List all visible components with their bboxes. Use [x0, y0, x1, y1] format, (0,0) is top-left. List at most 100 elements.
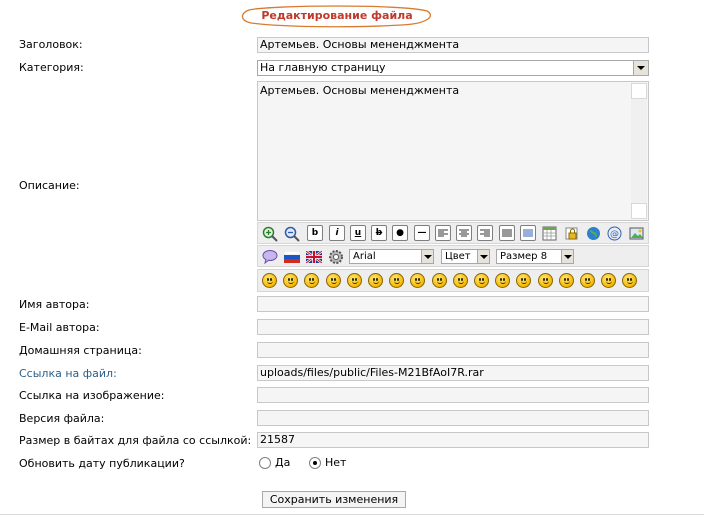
category-selected-value: На главную страницу: [260, 61, 386, 74]
smiley-icon[interactable]: [538, 273, 553, 288]
bullet-button[interactable]: ●: [392, 225, 408, 241]
description-label: Описание:: [19, 179, 80, 192]
email-icon[interactable]: @: [606, 225, 623, 242]
hr-button[interactable]: —: [414, 225, 430, 241]
align-left-button[interactable]: [435, 225, 451, 241]
font-family-dropdown-button[interactable]: [421, 250, 433, 263]
zoom-out-icon[interactable]: [283, 225, 300, 242]
russian-flag-icon[interactable]: [283, 248, 300, 265]
align-center-button[interactable]: [456, 225, 472, 241]
align-right-button[interactable]: [477, 225, 493, 241]
radio-yes[interactable]: [259, 457, 271, 469]
underline-icon: u: [354, 227, 362, 238]
author-email-input[interactable]: [257, 319, 649, 335]
title-label: Заголовок:: [19, 38, 83, 51]
smiley-icon[interactable]: [283, 273, 298, 288]
zoom-in-icon[interactable]: [261, 225, 278, 242]
list-button[interactable]: [520, 225, 536, 241]
page-title-box: Редактирование файла: [241, 4, 433, 28]
author-input[interactable]: [257, 296, 649, 312]
page-title: Редактирование файла: [261, 9, 413, 22]
smiley-icon[interactable]: [389, 273, 404, 288]
description-text: Артемьев. Основы мененджмента: [260, 84, 460, 97]
font-size-value: Размер 8: [500, 251, 548, 262]
font-family-value: Arial: [353, 251, 376, 262]
smiley-icon[interactable]: [495, 273, 510, 288]
update-date-label: Обновить дату публикации?: [19, 457, 185, 470]
editor-format-toolbar: b i u b ● — @: [257, 222, 649, 244]
justify-icon: [502, 229, 512, 236]
radio-no-label[interactable]: Нет: [325, 456, 346, 470]
scroll-up-button[interactable]: [631, 83, 647, 99]
list-icon: [523, 229, 533, 236]
strike-icon: b: [375, 227, 383, 238]
quote-bubble-icon[interactable]: [261, 248, 278, 265]
chevron-down-icon: [423, 254, 432, 259]
category-dropdown-button[interactable]: [633, 61, 648, 75]
underline-button[interactable]: u: [350, 225, 366, 241]
strike-button[interactable]: b: [371, 225, 387, 241]
save-changes-button[interactable]: Сохранить изменения: [262, 491, 406, 508]
font-size-dropdown-button[interactable]: [561, 250, 573, 263]
smiley-icon[interactable]: [262, 273, 277, 288]
align-right-icon: [480, 229, 490, 236]
smiley-icon[interactable]: [304, 273, 319, 288]
version-label: Версия файла:: [19, 412, 105, 425]
smiley-icon[interactable]: [559, 273, 574, 288]
bold-button[interactable]: b: [307, 225, 323, 241]
lock-icon[interactable]: [563, 225, 580, 242]
file-link-label[interactable]: Ссылка на файл:: [19, 367, 117, 381]
font-size-select[interactable]: Размер 8: [496, 249, 574, 264]
smiley-icon[interactable]: [326, 273, 341, 288]
color-dropdown-button[interactable]: [477, 250, 489, 263]
file-size-input[interactable]: 21587: [257, 432, 649, 448]
chevron-down-icon: [563, 254, 572, 259]
smiley-icon[interactable]: [347, 273, 362, 288]
bottom-divider: [0, 514, 704, 515]
color-select[interactable]: Цвет: [441, 249, 490, 264]
globe-icon[interactable]: [585, 225, 602, 242]
image-link-input[interactable]: [257, 387, 649, 403]
description-scrollbar[interactable]: [631, 83, 647, 219]
italic-button[interactable]: i: [329, 225, 345, 241]
uk-flag-icon[interactable]: [305, 248, 322, 265]
table-icon[interactable]: [541, 225, 558, 242]
italic-icon: i: [335, 227, 339, 238]
bullet-icon: ●: [396, 227, 404, 238]
radio-yes-label[interactable]: Да: [275, 456, 290, 470]
smiley-icon[interactable]: [622, 273, 637, 288]
smiley-icon[interactable]: [410, 273, 425, 288]
gear-icon[interactable]: [327, 248, 344, 265]
smiley-icon[interactable]: [474, 273, 489, 288]
chevron-down-icon: [637, 66, 645, 70]
editor-font-toolbar: Arial Цвет Размер 8: [257, 245, 649, 267]
image-icon[interactable]: [628, 225, 645, 242]
smiley-icon[interactable]: [453, 273, 468, 288]
category-label: Категория:: [19, 61, 84, 74]
smiley-icon[interactable]: [580, 273, 595, 288]
editor-smiley-toolbar: [257, 269, 649, 292]
radio-no[interactable]: [309, 457, 321, 469]
justify-button[interactable]: [499, 225, 515, 241]
smiley-icon[interactable]: [601, 273, 616, 288]
smiley-icon[interactable]: [516, 273, 531, 288]
homepage-label: Домашняя страница:: [19, 344, 142, 357]
author-email-label: E-Mail автора:: [19, 321, 100, 334]
category-select[interactable]: На главную страницу: [257, 60, 649, 76]
title-input[interactable]: Артемьев. Основы мененджмента: [257, 37, 649, 53]
description-textarea[interactable]: Артемьев. Основы мененджмента: [257, 81, 649, 221]
version-input[interactable]: [257, 410, 649, 426]
scroll-down-button[interactable]: [631, 203, 647, 219]
smiley-icon[interactable]: [432, 273, 447, 288]
svg-text:@: @: [610, 230, 619, 240]
image-link-label: Ссылка на изображение:: [19, 389, 165, 402]
file-link-input[interactable]: uploads/files/public/Files-M21BfAoI7R.ra…: [257, 365, 649, 381]
homepage-input[interactable]: [257, 342, 649, 358]
font-family-select[interactable]: Arial: [349, 249, 434, 264]
align-left-icon: [438, 229, 448, 236]
bold-icon: b: [311, 227, 319, 238]
horizontal-rule-icon: —: [417, 227, 427, 238]
file-size-label: Размер в байтах для файла со ссылкой:: [19, 434, 252, 447]
align-center-icon: [459, 229, 469, 236]
smiley-icon[interactable]: [368, 273, 383, 288]
